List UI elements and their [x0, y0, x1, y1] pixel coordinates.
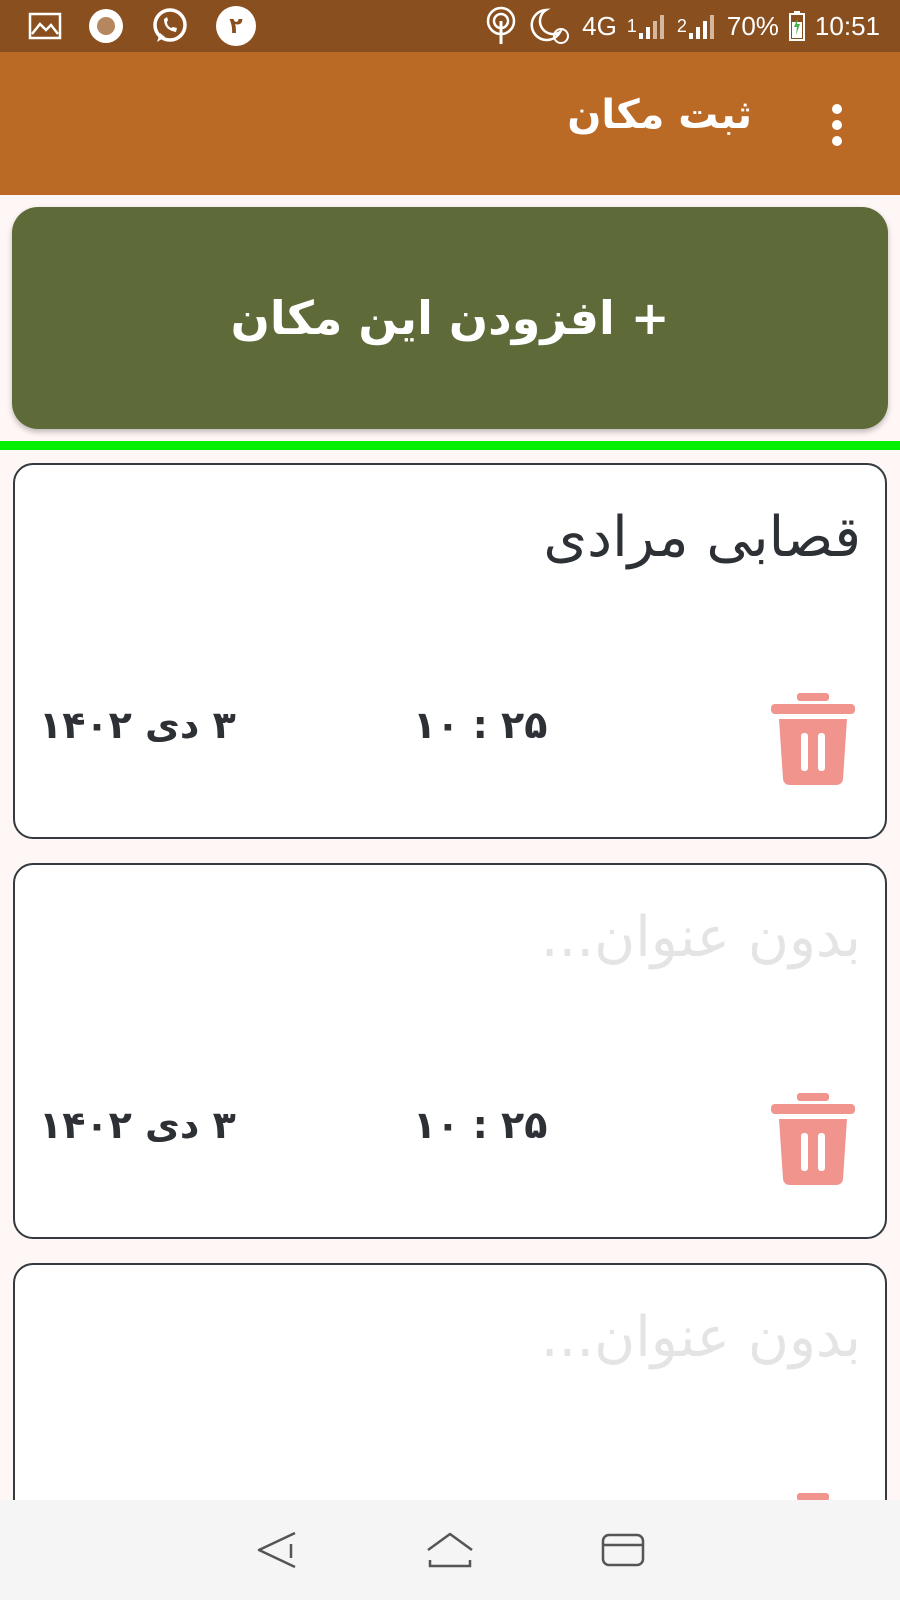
battery-percent: 70% — [726, 10, 779, 41]
notification-count-badge: ۲ — [216, 6, 256, 46]
place-title: بدون عنوان... — [540, 905, 861, 970]
hotspot-icon — [484, 6, 518, 46]
sim2-label: 2 — [676, 15, 687, 36]
trash-icon — [797, 1493, 829, 1500]
home-button[interactable] — [420, 1520, 480, 1580]
place-date: ۳ دی ۱۴۰۲ — [39, 1103, 236, 1147]
network-type: 4G — [582, 10, 617, 41]
delete-button[interactable] — [771, 693, 855, 785]
navigation-bar — [0, 1500, 900, 1600]
whatsapp-icon — [150, 6, 190, 46]
place-card[interactable]: بدون عنوان... — [13, 1263, 887, 1500]
signal-sim1-icon: 1 — [627, 11, 667, 41]
place-time: ۱۰ : ۲۵ — [413, 1103, 548, 1147]
recents-icon — [602, 1533, 645, 1567]
more-vert-icon-dot — [832, 136, 842, 146]
trash-icon — [771, 1093, 855, 1185]
delete-button[interactable] — [771, 1493, 855, 1500]
place-card[interactable]: قصابی مرادی ۳ دی ۱۴۰۲ ۱۰ : ۲۵ — [13, 463, 887, 839]
divider — [0, 441, 900, 450]
clock: 10:51 — [814, 10, 880, 41]
image-notification-icon — [28, 12, 62, 40]
battery-charging-icon — [788, 11, 805, 41]
app-bar: ثبت مکان — [0, 52, 900, 195]
back-button[interactable] — [247, 1520, 307, 1580]
trash-icon — [771, 693, 855, 785]
more-vert-icon-dot — [832, 120, 842, 130]
signal-sim2-icon: 2 — [677, 11, 717, 41]
sim1-label: 1 — [626, 15, 637, 36]
more-options-button[interactable] — [822, 100, 852, 150]
delete-button[interactable] — [771, 1093, 855, 1185]
places-list[interactable]: قصابی مرادی ۳ دی ۱۴۰۲ ۱۰ : ۲۵ بدون عنوان… — [0, 450, 900, 1500]
add-place-button[interactable]: + افزودن این مکان — [12, 207, 888, 429]
place-title: قصابی مرادی — [543, 505, 861, 570]
status-bar: ۲ 4G 1 2 70% 10:51 — [0, 0, 900, 52]
place-date: ۳ دی ۱۴۰۲ — [39, 703, 236, 747]
page-title: ثبت مکان — [567, 92, 752, 138]
do-not-disturb-alarm-icon — [528, 6, 572, 46]
place-time: ۱۰ : ۲۵ — [413, 703, 548, 747]
home-icon — [427, 1532, 473, 1568]
back-icon — [257, 1531, 296, 1569]
place-card[interactable]: بدون عنوان... ۳ دی ۱۴۰۲ ۱۰ : ۲۵ — [13, 863, 887, 1239]
recents-button[interactable] — [593, 1520, 653, 1580]
more-vert-icon — [832, 104, 842, 114]
record-icon — [88, 8, 124, 44]
place-title: بدون عنوان... — [540, 1305, 861, 1370]
